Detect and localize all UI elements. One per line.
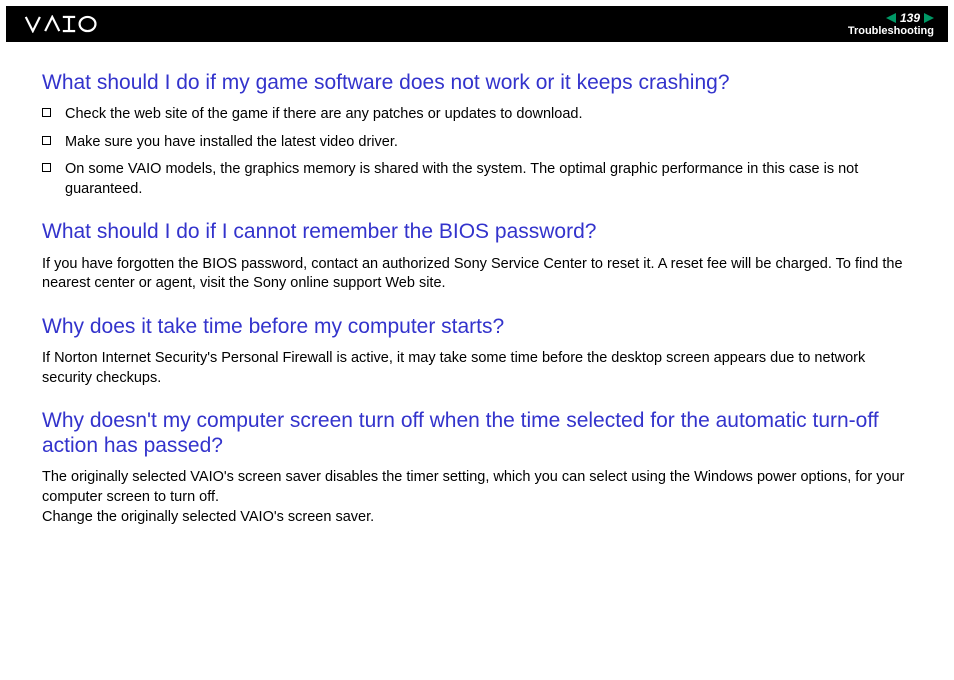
question-heading: Why does it take time before my computer… [42, 314, 912, 339]
bullet-square-icon [42, 136, 51, 145]
section-label: Troubleshooting [848, 25, 934, 37]
bullet-text: Check the web site of the game if there … [65, 105, 912, 125]
bullet-square-icon [42, 163, 51, 172]
bullet-square-icon [42, 108, 51, 117]
vaio-logo [24, 15, 130, 33]
bullet-text: On some VAIO models, the graphics memory… [65, 160, 912, 199]
bullet-list: Check the web site of the game if there … [42, 105, 912, 199]
body-text: The originally selected VAIO's screen sa… [42, 468, 912, 527]
header-bar: 139 Troubleshooting [6, 6, 948, 42]
page-number: 139 [900, 11, 920, 25]
list-item: On some VAIO models, the graphics memory… [42, 160, 912, 199]
body-text: If Norton Internet Security's Personal F… [42, 349, 912, 388]
header-right: 139 Troubleshooting [848, 11, 934, 37]
bullet-text: Make sure you have installed the latest … [65, 133, 912, 153]
content: What should I do if my game software doe… [0, 42, 954, 547]
list-item: Make sure you have installed the latest … [42, 133, 912, 153]
question-heading: What should I do if I cannot remember th… [42, 219, 912, 244]
question-heading: Why doesn't my computer screen turn off … [42, 408, 912, 458]
body-text: If you have forgotten the BIOS password,… [42, 255, 912, 294]
list-item: Check the web site of the game if there … [42, 105, 912, 125]
arrow-left-icon[interactable] [886, 13, 896, 23]
page-nav: 139 [886, 11, 934, 25]
arrow-right-icon[interactable] [924, 13, 934, 23]
question-heading: What should I do if my game software doe… [42, 70, 912, 95]
